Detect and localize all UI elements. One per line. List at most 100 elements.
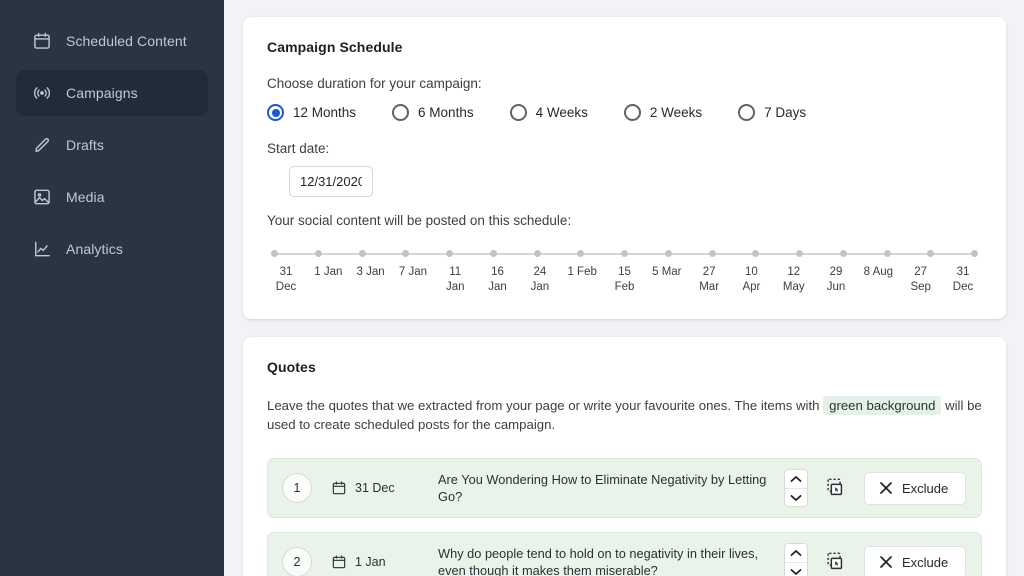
timeline-dot bbox=[796, 250, 803, 257]
sidebar-item-label: Campaigns bbox=[66, 85, 138, 101]
sidebar-item-label: Analytics bbox=[66, 241, 123, 257]
move-to-selection-icon[interactable] bbox=[822, 549, 848, 575]
radio-label: 7 Days bbox=[764, 105, 806, 120]
quote-text: Why do people tend to hold on to negativ… bbox=[438, 545, 768, 576]
timeline-date: 3 Jan bbox=[356, 265, 386, 295]
green-background-highlight: green background bbox=[823, 396, 941, 415]
schedule-timeline: 31 Dec 1 Jan 3 Jan 7 Jan 11 Jan 16 Jan 2… bbox=[267, 249, 982, 295]
chevron-down-icon[interactable] bbox=[785, 488, 807, 506]
timeline-dot bbox=[446, 250, 453, 257]
timeline-date: 1 Jan bbox=[313, 265, 343, 295]
timeline-date: 16 Jan bbox=[483, 265, 513, 295]
duration-label: Choose duration for your campaign: bbox=[267, 76, 982, 91]
start-date-input[interactable] bbox=[289, 166, 373, 197]
radio-indicator bbox=[624, 104, 641, 121]
timeline-date: 11 Jan bbox=[440, 265, 470, 295]
quote-number: 1 bbox=[282, 473, 312, 503]
radio-indicator bbox=[267, 104, 284, 121]
timeline-dot bbox=[577, 250, 584, 257]
app-root: Scheduled Content Campaigns Drafts bbox=[0, 0, 1024, 576]
close-icon bbox=[879, 555, 893, 569]
quote-date-label: 1 Jan bbox=[355, 555, 386, 569]
exclude-button-label: Exclude bbox=[902, 555, 948, 570]
radio-4-weeks[interactable]: 4 Weeks bbox=[510, 104, 588, 121]
timeline-track bbox=[271, 249, 978, 258]
timeline-dot bbox=[884, 250, 891, 257]
sidebar-item-media[interactable]: Media bbox=[16, 174, 208, 220]
timeline-date: 12 May bbox=[779, 265, 809, 295]
timeline-date: 29 Jun bbox=[821, 265, 851, 295]
radio-7-days[interactable]: 7 Days bbox=[738, 104, 806, 121]
timeline-date: 5 Mar bbox=[652, 265, 682, 295]
timeline-date: 24 Jan bbox=[525, 265, 555, 295]
radio-label: 12 Months bbox=[293, 105, 356, 120]
timeline-dot bbox=[971, 250, 978, 257]
radio-indicator bbox=[510, 104, 527, 121]
quotes-card: Quotes Leave the quotes that we extracte… bbox=[243, 337, 1006, 576]
quotes-title: Quotes bbox=[267, 359, 982, 375]
sidebar-item-analytics[interactable]: Analytics bbox=[16, 226, 208, 272]
chart-line-icon bbox=[32, 239, 52, 259]
calendar-icon bbox=[32, 31, 52, 51]
sidebar-item-label: Drafts bbox=[66, 137, 104, 153]
radio-2-weeks[interactable]: 2 Weeks bbox=[624, 104, 702, 121]
timeline-labels: 31 Dec 1 Jan 3 Jan 7 Jan 11 Jan 16 Jan 2… bbox=[271, 265, 978, 295]
table-row: 1 31 Dec Are You Wondering How to Elimin… bbox=[267, 458, 982, 518]
timeline-dot bbox=[271, 250, 278, 257]
sidebar-item-drafts[interactable]: Drafts bbox=[16, 122, 208, 168]
chevron-up-icon[interactable] bbox=[785, 470, 807, 488]
timeline-date: 7 Jan bbox=[398, 265, 428, 295]
radio-label: 2 Weeks bbox=[650, 105, 702, 120]
quote-text: Are You Wondering How to Eliminate Negat… bbox=[438, 471, 768, 505]
exclude-button[interactable]: Exclude bbox=[864, 472, 966, 505]
start-date-label: Start date: bbox=[267, 141, 982, 156]
calendar-icon bbox=[331, 480, 347, 496]
close-icon bbox=[879, 481, 893, 495]
sidebar-item-label: Scheduled Content bbox=[66, 33, 187, 49]
sidebar: Scheduled Content Campaigns Drafts bbox=[0, 0, 224, 576]
broadcast-icon bbox=[32, 83, 52, 103]
timeline-dot bbox=[402, 250, 409, 257]
chevron-down-icon[interactable] bbox=[785, 562, 807, 576]
timeline-date: 8 Aug bbox=[863, 265, 893, 295]
page-title: Campaign Schedule bbox=[267, 39, 982, 55]
exclude-button[interactable]: Exclude bbox=[864, 546, 966, 576]
radio-label: 4 Weeks bbox=[536, 105, 588, 120]
table-row: 2 1 Jan Why do people tend to hold on to… bbox=[267, 532, 982, 576]
radio-6-months[interactable]: 6 Months bbox=[392, 104, 474, 121]
quotes-description-part1: Leave the quotes that we extracted from … bbox=[267, 398, 823, 413]
quantity-stepper[interactable] bbox=[784, 469, 808, 507]
calendar-icon bbox=[331, 554, 347, 570]
pencil-icon bbox=[32, 135, 52, 155]
sidebar-item-scheduled-content[interactable]: Scheduled Content bbox=[16, 18, 208, 64]
move-to-selection-icon[interactable] bbox=[822, 475, 848, 501]
timeline-dot bbox=[709, 250, 716, 257]
image-icon bbox=[32, 187, 52, 207]
timeline-dot bbox=[315, 250, 322, 257]
timeline-date: 10 Apr bbox=[736, 265, 766, 295]
quote-date: 31 Dec bbox=[331, 480, 405, 496]
quantity-stepper[interactable] bbox=[784, 543, 808, 576]
timeline-dot bbox=[359, 250, 366, 257]
timeline-date: 15 Feb bbox=[610, 265, 640, 295]
quote-date-label: 31 Dec bbox=[355, 481, 395, 495]
campaign-schedule-card: Campaign Schedule Choose duration for yo… bbox=[243, 17, 1006, 319]
quote-number: 2 bbox=[282, 547, 312, 576]
radio-indicator bbox=[392, 104, 409, 121]
timeline-dot bbox=[490, 250, 497, 257]
timeline-dot bbox=[621, 250, 628, 257]
timeline-date: 1 Feb bbox=[567, 265, 597, 295]
sidebar-item-label: Media bbox=[66, 189, 105, 205]
chevron-up-icon[interactable] bbox=[785, 544, 807, 562]
radio-label: 6 Months bbox=[418, 105, 474, 120]
quote-date: 1 Jan bbox=[331, 554, 405, 570]
timeline-dot bbox=[665, 250, 672, 257]
radio-12-months[interactable]: 12 Months bbox=[267, 104, 356, 121]
timeline-label: Your social content will be posted on th… bbox=[267, 213, 982, 228]
timeline-date: 31 Dec bbox=[948, 265, 978, 295]
timeline-dot bbox=[534, 250, 541, 257]
radio-indicator bbox=[738, 104, 755, 121]
sidebar-item-campaigns[interactable]: Campaigns bbox=[16, 70, 208, 116]
duration-radio-group: 12 Months 6 Months 4 Weeks 2 Weeks 7 Day… bbox=[267, 104, 982, 121]
quotes-description: Leave the quotes that we extracted from … bbox=[267, 396, 982, 434]
